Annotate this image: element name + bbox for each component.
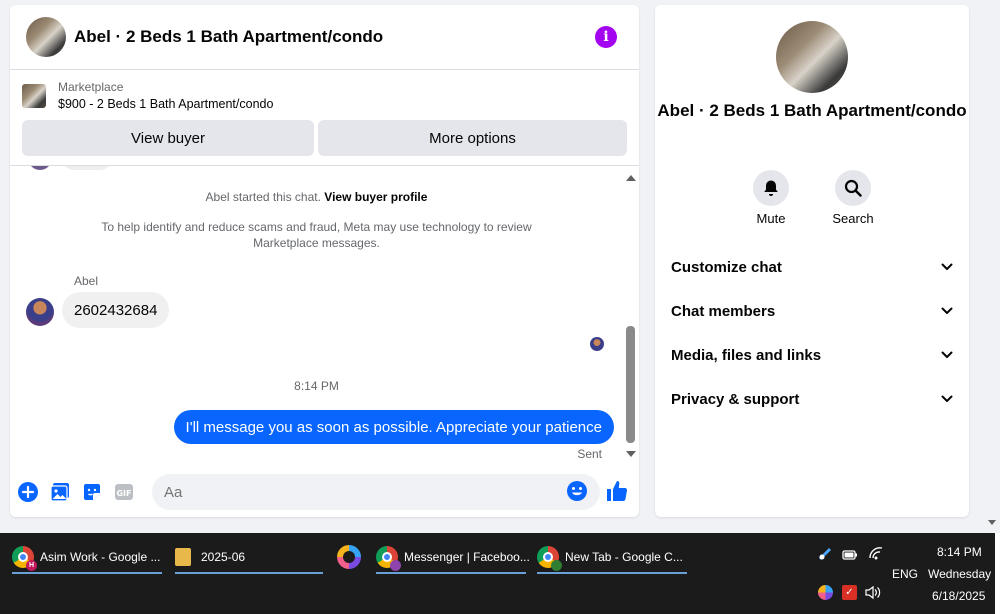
active-indicator xyxy=(537,572,687,574)
copilot-icon xyxy=(337,545,361,569)
view-buyer-button[interactable]: View buyer xyxy=(22,120,314,156)
listing-title[interactable]: $900 - 2 Beds 1 Bath Apartment/condo xyxy=(58,97,273,111)
view-buyer-profile-link[interactable]: View buyer profile xyxy=(324,190,427,204)
profile-badge: H xyxy=(26,560,37,571)
chrome-icon xyxy=(537,546,562,571)
image-icon[interactable] xyxy=(50,482,70,502)
gif-icon[interactable]: GIF xyxy=(114,482,134,502)
accordion-chat-members[interactable]: Chat members xyxy=(655,289,969,333)
chevron-down-icon xyxy=(941,258,953,276)
volume-icon[interactable] xyxy=(864,585,882,605)
show-desktop-button[interactable] xyxy=(995,533,1000,614)
chat-avatar[interactable] xyxy=(26,17,66,57)
sticker-icon[interactable] xyxy=(82,482,102,502)
clock-day[interactable]: Wednesday xyxy=(928,567,991,581)
scroll-up-arrow-icon[interactable] xyxy=(626,175,636,181)
emoji-icon[interactable] xyxy=(566,480,588,507)
incoming-message-bubble[interactable]: 2602432684 xyxy=(62,292,170,328)
mute-label: Mute xyxy=(756,211,786,226)
active-indicator xyxy=(175,572,323,574)
tray-app-icon[interactable] xyxy=(818,547,832,566)
message-timestamp: 8:14 PM xyxy=(294,379,339,393)
accordion-privacy-support[interactable]: Privacy & support xyxy=(655,377,969,421)
details-accordion: Customize chat Chat members Media, files… xyxy=(655,245,969,421)
taskbar-item-copilot[interactable] xyxy=(337,541,363,573)
accordion-customize-chat[interactable]: Customize chat xyxy=(655,245,969,289)
chat-panel: Abel · 2 Beds 1 Bath Apartment/condo i M… xyxy=(10,5,639,517)
message-list: Abel started this chat. View buyer profi… xyxy=(10,166,623,464)
page-scroll-down-arrow-icon[interactable] xyxy=(988,520,996,525)
thumbs-up-icon[interactable] xyxy=(606,479,628,508)
active-indicator xyxy=(376,572,526,574)
chat-title[interactable]: Abel · 2 Beds 1 Bath Apartment/condo xyxy=(74,27,595,47)
wifi-icon[interactable] xyxy=(868,546,884,565)
tray-security-icon[interactable]: ✓ xyxy=(842,585,857,600)
partial-avatar xyxy=(28,166,52,170)
message-input[interactable] xyxy=(152,474,600,510)
mute-button[interactable]: Mute xyxy=(747,170,795,226)
chat-header: Abel · 2 Beds 1 Bath Apartment/condo i xyxy=(10,5,639,70)
taskbar-item-chrome-asim[interactable]: H Asim Work - Google ... xyxy=(12,541,162,574)
active-indicator xyxy=(12,572,162,574)
chevron-down-icon xyxy=(941,346,953,364)
search-button[interactable]: Search xyxy=(829,170,877,226)
scroll-thumb[interactable] xyxy=(626,326,635,443)
marketplace-bar: Marketplace $900 - 2 Beds 1 Bath Apartme… xyxy=(10,70,639,166)
sender-avatar[interactable] xyxy=(26,298,54,326)
conversation-actions: Mute Search xyxy=(655,170,969,226)
system-notice: To help identify and reduce scams and fr… xyxy=(101,220,532,250)
more-options-button[interactable]: More options xyxy=(318,120,627,156)
seen-indicator-avatar xyxy=(590,337,604,351)
battery-icon[interactable] xyxy=(842,548,858,566)
taskbar-item-folder[interactable]: 2025-06 xyxy=(175,541,323,574)
conversation-title: Abel · 2 Beds 1 Bath Apartment/condo xyxy=(657,101,967,120)
marketplace-label: Marketplace xyxy=(58,80,124,94)
clock-date[interactable]: 6/18/2025 xyxy=(932,589,985,603)
profile-badge-icon xyxy=(390,560,401,571)
system-message-started: Abel started this chat. View buyer profi… xyxy=(205,190,428,204)
chrome-icon xyxy=(376,546,401,571)
sent-status: Sent xyxy=(577,447,602,461)
svg-text:GIF: GIF xyxy=(116,489,131,498)
conversation-details-panel: Abel · 2 Beds 1 Bath Apartment/condo Mut… xyxy=(655,5,969,517)
taskbar-item-chrome-newtab[interactable]: New Tab - Google C... xyxy=(537,541,687,574)
taskbar: H Asim Work - Google ... 2025-06 Messeng… xyxy=(0,533,1000,614)
language-indicator[interactable]: ENG xyxy=(892,567,918,581)
conversation-avatar[interactable] xyxy=(776,21,848,93)
chevron-down-icon xyxy=(941,302,953,320)
search-icon[interactable] xyxy=(835,170,871,206)
clock-time[interactable]: 8:14 PM xyxy=(937,545,982,559)
sender-name: Abel xyxy=(74,274,99,288)
message-scrollbar[interactable] xyxy=(623,171,639,459)
scroll-down-arrow-icon[interactable] xyxy=(626,451,636,457)
outgoing-message-bubble[interactable]: I'll message you as soon as possible. Ap… xyxy=(173,410,614,444)
plus-icon[interactable] xyxy=(18,482,38,502)
profile-badge-icon xyxy=(551,560,562,571)
partial-message-bubble xyxy=(62,166,112,170)
folder-icon xyxy=(175,548,191,566)
composer: GIF xyxy=(10,467,639,517)
info-icon[interactable]: i xyxy=(595,26,617,48)
taskbar-item-chrome-messenger[interactable]: Messenger | Faceboo... xyxy=(376,541,530,574)
chevron-down-icon xyxy=(941,390,953,408)
search-label: Search xyxy=(832,211,874,226)
accordion-media-files-links[interactable]: Media, files and links xyxy=(655,333,969,377)
bell-icon[interactable] xyxy=(753,170,789,206)
chrome-icon: H xyxy=(12,546,37,571)
listing-thumbnail[interactable] xyxy=(22,83,46,108)
tray-copilot-icon[interactable] xyxy=(818,585,833,600)
